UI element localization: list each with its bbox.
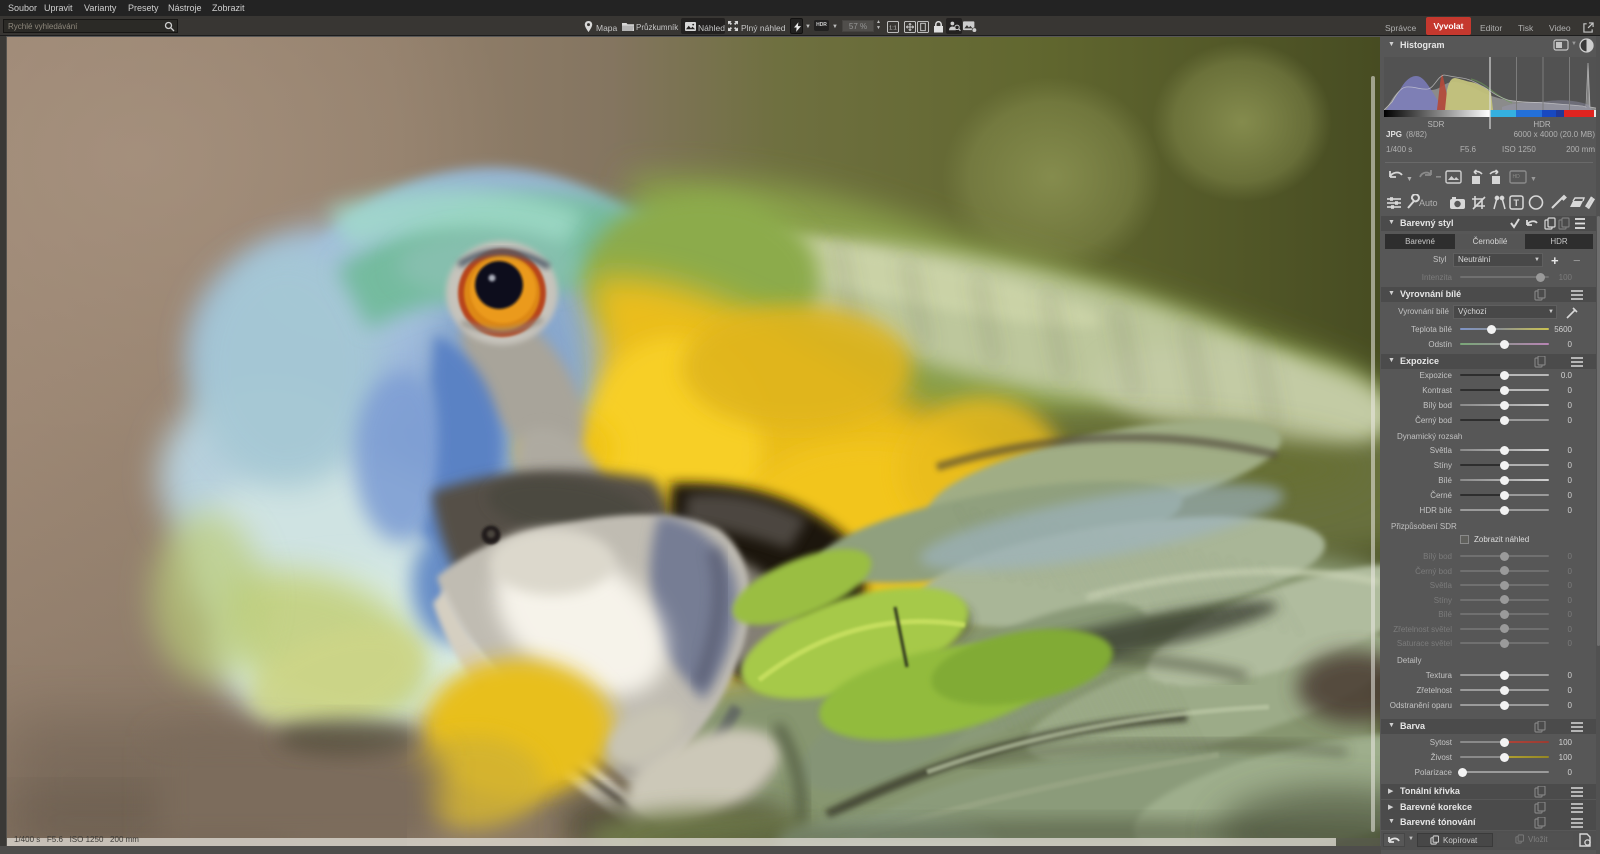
svg-text:HDR: HDR [1533, 120, 1551, 129]
svg-text:HD: HD [1513, 174, 1521, 180]
svg-text:1:1: 1:1 [889, 25, 897, 31]
svg-text:▼: ▼ [1406, 176, 1413, 183]
svg-text:T: T [1514, 198, 1520, 208]
svg-text:▼: ▼ [1530, 176, 1537, 183]
svg-text:SDR: SDR [1428, 120, 1445, 129]
svg-text:Auto: Auto [1419, 198, 1438, 208]
